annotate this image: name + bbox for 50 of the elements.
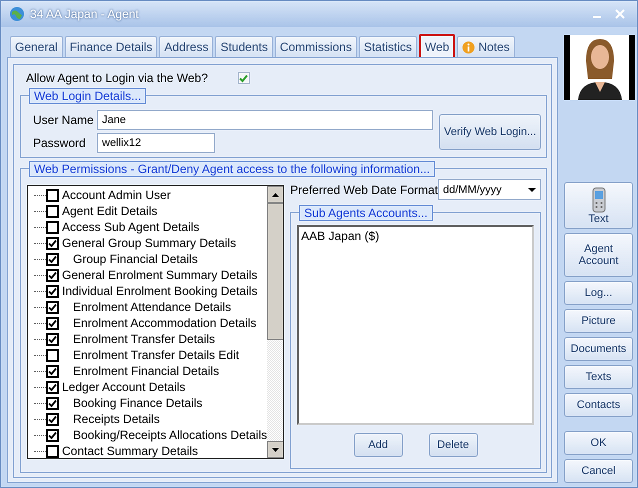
permission-label: Enrolment Accommodation Details bbox=[73, 316, 256, 330]
permission-label: Enrolment Transfer Details Edit bbox=[73, 348, 240, 362]
date-format-dropdown[interactable]: dd/MM/yyyy bbox=[438, 179, 541, 200]
permission-label: Access Sub Agent Details bbox=[62, 220, 200, 234]
side-button[interactable]: Log... bbox=[564, 281, 633, 305]
date-format-value: dd/MM/yyyy bbox=[443, 184, 502, 196]
permission-label: Booking/Receipts Allocations Details bbox=[73, 428, 268, 442]
tab[interactable]: Web bbox=[418, 34, 456, 57]
tab[interactable]: Students bbox=[215, 36, 273, 57]
window-title: 34 AA Japan - Agent bbox=[30, 7, 140, 21]
side-button[interactable]: Texts bbox=[564, 365, 633, 389]
tab[interactable]: General bbox=[10, 36, 63, 57]
user-name-field[interactable]: Jane bbox=[97, 110, 433, 130]
permission-label: General Enrolment Summary Details bbox=[62, 268, 258, 282]
permission-label: Ledger Account Details bbox=[62, 380, 186, 394]
permission-label: Agent Edit Details bbox=[62, 204, 158, 218]
allow-login-label: Allow Agent to Login via the Web? bbox=[26, 71, 208, 85]
permission-label: Individual Enrolment Booking Details bbox=[62, 284, 258, 298]
permission-label: Group Financial Details bbox=[73, 252, 198, 266]
side-button[interactable]: Picture bbox=[564, 309, 633, 333]
permission-label: Enrolment Financial Details bbox=[73, 364, 220, 378]
password-field[interactable]: wellix12 bbox=[97, 133, 215, 153]
side-button[interactable]: Contacts bbox=[564, 393, 633, 417]
side-button[interactable]: Documents bbox=[564, 337, 633, 361]
dialog-button[interactable]: Cancel bbox=[564, 459, 633, 483]
side-button[interactable]: Agent Account bbox=[564, 233, 633, 277]
list-action-button[interactable]: Add bbox=[354, 433, 403, 457]
group-title: Web Login Details... bbox=[29, 88, 146, 104]
permission-label: Enrolment Transfer Details bbox=[73, 332, 216, 346]
permission-label: General Group Summary Details bbox=[62, 236, 236, 250]
permission-label: Booking Finance Details bbox=[73, 396, 202, 410]
list-action-button[interactable]: Delete bbox=[428, 433, 478, 457]
permission-label: Contact Summary Details bbox=[62, 444, 198, 458]
password-label: Password bbox=[32, 136, 87, 150]
group-title: Web Permissions - Grant/Deny Agent access to the following information... bbox=[29, 161, 435, 177]
verify-web-login-button[interactable]: Verify Web Login... bbox=[439, 114, 542, 150]
tab[interactable]: Statistics bbox=[358, 36, 417, 57]
permission-label: Receipts Details bbox=[73, 412, 160, 426]
date-format-label: Preferred Web Date Format bbox=[290, 182, 438, 196]
side-button[interactable]: Text bbox=[564, 182, 633, 229]
permission-label: Account Admin User bbox=[62, 188, 171, 202]
list-item[interactable]: AAB Japan ($) bbox=[301, 229, 380, 243]
group-title: Sub Agents Accounts... bbox=[299, 205, 433, 221]
tab[interactable]: Address bbox=[159, 36, 214, 57]
tab[interactable]: Notes bbox=[457, 36, 515, 57]
user-name-label: User Name bbox=[32, 113, 95, 127]
permission-label: Enrolment Attendance Details bbox=[73, 300, 232, 314]
dialog-button[interactable]: OK bbox=[564, 431, 633, 455]
tab[interactable]: Finance Details bbox=[64, 36, 158, 57]
tab[interactable]: Commissions bbox=[274, 36, 357, 57]
